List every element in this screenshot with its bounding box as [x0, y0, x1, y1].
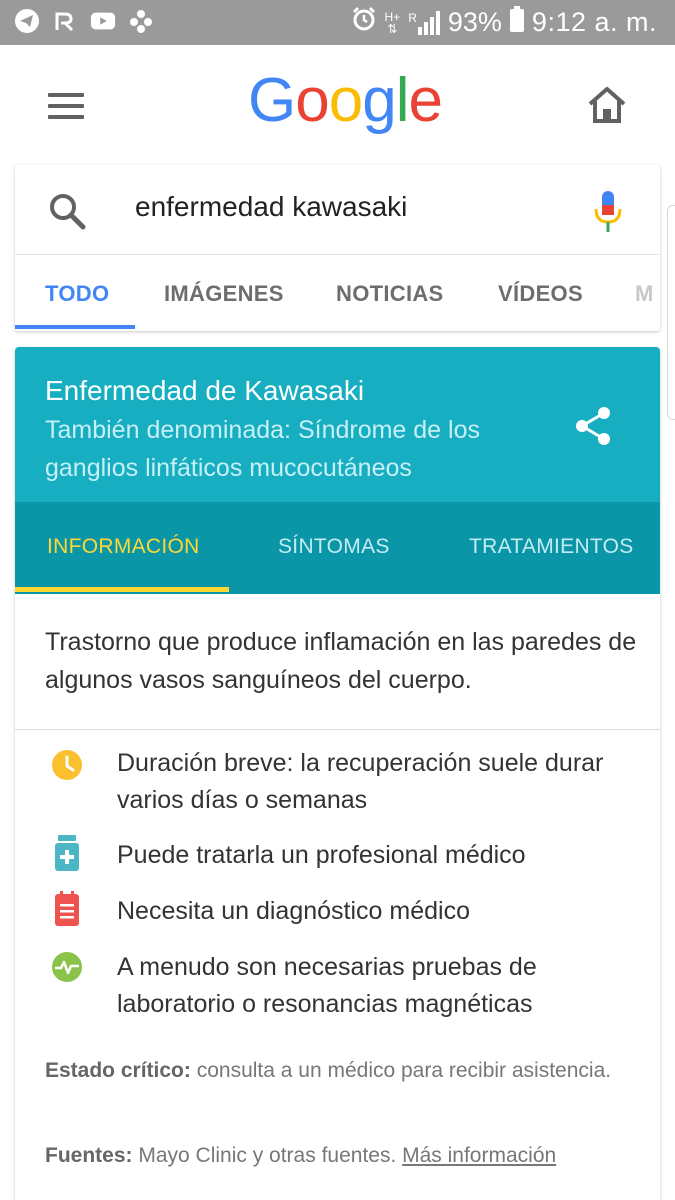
tab-videos[interactable]: VÍDEOS	[498, 281, 583, 307]
critical-note: Estado crítico: consulta a un médico par…	[45, 1052, 645, 1089]
search-tabs: TODO IMÁGENES NOTICIAS VÍDEOS M	[15, 255, 660, 331]
sources-label: Fuentes:	[45, 1144, 133, 1167]
search-bar: enfermedad kawasaki	[15, 165, 660, 255]
logo-letter: o	[328, 66, 363, 135]
knowledge-subtitle: También denominada: Síndrome de los gang…	[45, 416, 480, 482]
tab-informacion[interactable]: INFORMACIÓN	[47, 535, 200, 559]
active-tab-indicator	[15, 325, 135, 329]
fact-text: Duración breve: la recuperación suele du…	[117, 749, 604, 814]
menu-icon[interactable]	[48, 93, 86, 119]
critical-text: consulta a un médico para recibir asiste…	[190, 1059, 612, 1082]
divider	[15, 729, 660, 730]
home-icon[interactable]	[586, 85, 628, 125]
pulse-icon	[51, 951, 83, 985]
tab-noticias[interactable]: NOTICIAS	[336, 281, 444, 307]
roaming-indicator: R	[408, 10, 417, 25]
clock-icon	[51, 749, 83, 783]
fact-text: Puede tratarla un profesional médico	[117, 841, 526, 869]
app-header: Google	[0, 45, 675, 163]
logo-letter: l	[395, 66, 410, 135]
youtube-icon	[90, 8, 116, 34]
sources-text: Mayo Clinic y otras fuentes.	[132, 1144, 403, 1167]
search-card: enfermedad kawasaki TODO IMÁGENES NOTICI…	[15, 165, 660, 331]
fact-text: Necesita un diagnóstico médico	[117, 897, 470, 925]
telegram-icon	[14, 8, 40, 34]
knowledge-panel: Enfermedad de Kawasaki También denominad…	[15, 347, 660, 1200]
battery-percent: 93%	[447, 7, 502, 37]
knowledge-title: Enfermedad de Kawasaki	[45, 375, 365, 406]
critical-label: Estado crítico:	[45, 1059, 191, 1082]
alarm-icon	[351, 6, 377, 39]
share-icon[interactable]	[573, 405, 613, 447]
clipboard-icon	[51, 891, 83, 926]
sources-note: Fuentes: Mayo Clinic y otras fuentes. Má…	[45, 1137, 645, 1174]
knowledge-tabs: INFORMACIÓN SÍNTOMAS TRATAMIENTOS	[15, 502, 660, 594]
google-logo: Google	[248, 65, 443, 136]
signal-app-icon	[52, 8, 78, 34]
network-type: H+ ⇅	[384, 9, 401, 36]
active-knowledge-tab-indicator	[15, 587, 229, 592]
tab-imagenes[interactable]: IMÁGENES	[164, 281, 284, 307]
knowledge-panel-header: Enfermedad de Kawasaki También denominad…	[15, 347, 660, 502]
microphone-icon[interactable]	[593, 189, 623, 235]
more-info-link[interactable]: Más información	[402, 1144, 556, 1167]
logo-letter: G	[248, 66, 296, 135]
knowledge-description: Trastorno que produce inflamación en las…	[45, 628, 637, 694]
logo-letter: g	[362, 66, 396, 135]
tab-sintomas[interactable]: SÍNTOMAS	[278, 535, 390, 559]
game-controller-icon	[128, 8, 154, 34]
search-input[interactable]: enfermedad kawasaki	[135, 191, 575, 223]
fact-text: A menudo son necesarias pruebas de labor…	[117, 953, 537, 1018]
clock-time: 9:12 a. m.	[531, 7, 657, 37]
tab-todo[interactable]: TODO	[45, 281, 109, 307]
battery-icon	[509, 6, 524, 39]
status-bar: H+ ⇅ R 93% 9:12 a. m.	[0, 0, 675, 45]
medicine-bottle-icon	[51, 835, 83, 871]
search-icon[interactable]	[47, 191, 87, 231]
side-panel-edge[interactable]	[667, 205, 675, 420]
logo-letter: e	[408, 66, 442, 135]
logo-letter: o	[295, 66, 329, 135]
signal-strength-icon: R	[408, 10, 440, 35]
tab-more[interactable]: M	[635, 281, 654, 307]
tab-tratamientos[interactable]: TRATAMIENTOS	[469, 535, 634, 559]
